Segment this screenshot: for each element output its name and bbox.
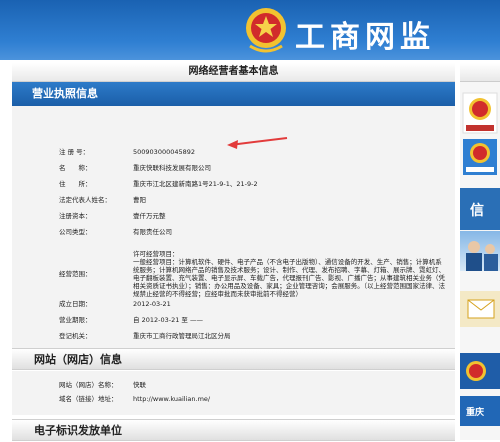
- field-value: 快联: [133, 381, 146, 389]
- sidebar-emblem-card[interactable]: [460, 91, 500, 135]
- national-emblem-icon: [246, 8, 286, 53]
- website-section-heading: 网站（网店）信息: [12, 348, 455, 370]
- banner-title: 工商网监: [295, 20, 435, 55]
- emblem-blue-card-icon: [463, 139, 497, 175]
- sidebar-chongqing-label: 重庆: [466, 408, 485, 418]
- field-value: 自 2012-03-21 至 ——: [133, 316, 203, 324]
- people-photo-icon: [466, 241, 498, 271]
- field-value: 2012-03-21: [133, 300, 171, 308]
- right-sidebar: 信 重庆: [460, 63, 500, 440]
- sidebar-emblem-small[interactable]: [460, 353, 500, 389]
- emblem-card-icon: [462, 92, 498, 134]
- field-value: 重庆市工商行政管理局江北区分局: [133, 332, 231, 340]
- sidebar-emblem-card-blue[interactable]: [460, 137, 500, 177]
- main-content: 网络经营者基本信息 营业执照信息 注 册 号： 500903000045892 名 …: [12, 63, 455, 441]
- sidebar-credit-banner[interactable]: 信: [460, 188, 500, 230]
- sidebar-chongqing-card[interactable]: 重庆: [460, 396, 500, 426]
- sidebar-credit-label: 信: [470, 203, 484, 219]
- sidebar-people-banner[interactable]: [460, 231, 500, 271]
- field-label: 网站（网店）名称：: [59, 381, 118, 389]
- red-arrow-icon: [227, 137, 288, 149]
- sidebar-top-bar: [460, 63, 500, 82]
- field-label: 经营范围：: [59, 270, 92, 278]
- field-value: http://www.kuailian.me/: [133, 395, 211, 403]
- field-label: 成立日期：: [59, 300, 92, 308]
- sidebar-mail-card[interactable]: [460, 291, 500, 327]
- small-emblem-icon: [466, 361, 486, 381]
- license-section-heading: 营业执照信息: [12, 82, 455, 106]
- field-label: 营业期限：: [59, 316, 92, 324]
- field-label: 登记机关：: [59, 332, 92, 340]
- website-section: 网站（网店）名称： 快联域名（链接）地址： http://www.kuailian.…: [12, 371, 455, 415]
- page-title: 网络经营者基本信息: [12, 63, 455, 82]
- field-value: 许可经营项目： 一般经营项目：计算机软件、硬件、电子产品（不含电子出版物）、通信…: [133, 250, 445, 298]
- envelope-icon: [467, 299, 495, 319]
- electronic-section-heading: 电子标识发放单位: [12, 419, 455, 441]
- site-banner: 工商网监: [0, 0, 500, 60]
- field-label: 域名（链接）地址：: [59, 395, 118, 403]
